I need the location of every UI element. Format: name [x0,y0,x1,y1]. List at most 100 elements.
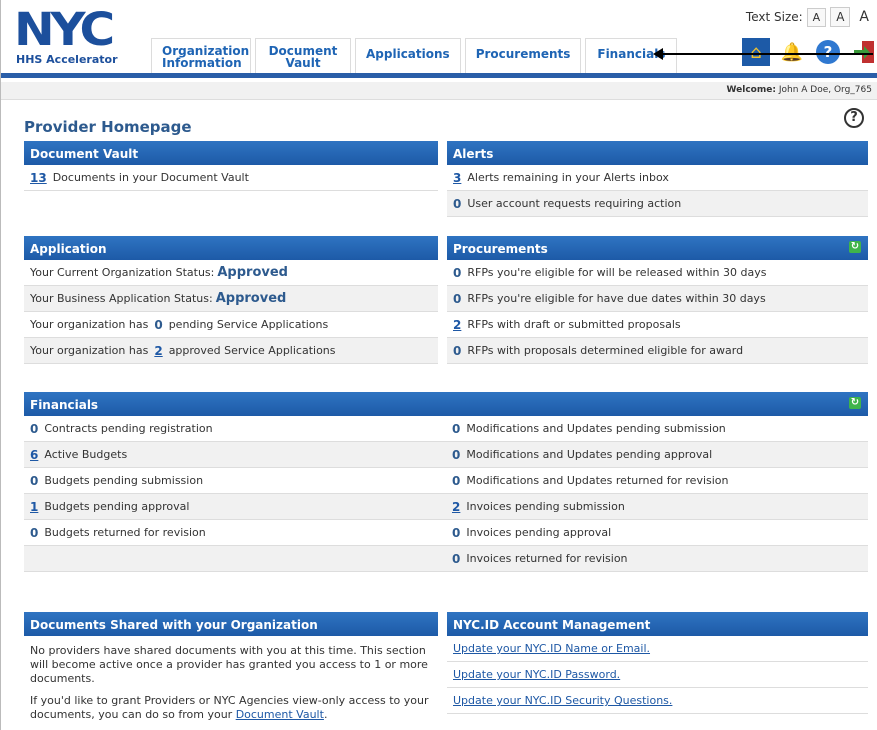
financial-row: 0 Modifications and Updates pending submi… [446,416,868,442]
financial-row: 0 Budgets pending submission [24,468,446,494]
logo-text: NYC [14,3,115,56]
pending-apps-count: 0 [154,317,163,332]
nyc-logo[interactable]: NYC HHS Accelerator [14,3,134,72]
financials-header: Financials ↻ [24,392,868,416]
shared-docs-period: . [323,708,328,721]
org-status-value: Approved [217,265,288,280]
tab-financials[interactable]: Financials [585,38,678,74]
financial-text: Invoices pending submission [466,500,625,513]
financial-count: 0 [452,551,461,566]
alerts-row: 0 User account requests requiring action [447,191,868,217]
financials-grid: 0 Contracts pending registration 0 Modific… [24,416,868,572]
update-security-questions-link[interactable]: Update your NYC.ID Security Questions. [453,694,672,707]
financial-row: 0 Invoices pending approval [446,520,868,546]
alerts-row: 3 Alerts remaining in your Alerts inbox [447,165,868,191]
biz-status-value: Approved [215,291,287,306]
financial-text: Modifications and Updates returned for r… [466,474,729,487]
help-icon[interactable]: ? [814,38,842,66]
biz-status-label: Your Business Application Status: [30,292,213,305]
financials-panel: Financials ↻ 0 Contracts pending registra… [24,392,868,572]
bell-icon[interactable]: 🔔 [778,38,806,66]
refresh-icon[interactable]: ↻ [849,397,861,409]
financial-count-link[interactable]: 6 [30,448,38,462]
approved-apps-row: Your organization has 2 approved Service… [24,338,438,364]
financial-row: 1 Budgets pending approval [24,494,446,520]
approved-apps-suffix: approved Service Applications [168,344,336,357]
financial-count: 0 [452,525,461,540]
logout-icon[interactable] [850,38,877,66]
financial-row: 0 Modifications and Updates pending appro… [446,442,868,468]
document-vault-panel: Document Vault 13 Documents in your Docu… [24,141,438,191]
financial-text: Active Budgets [44,448,128,461]
text-size-large-button[interactable]: A [854,7,874,27]
procurement-row: 2 RFPs with draft or submitted proposals [447,312,868,338]
financial-count: 0 [30,421,39,436]
pending-apps-row: Your organization has 0 pending Service … [24,312,438,338]
document-vault-title: Document Vault [24,141,438,165]
refresh-icon[interactable]: ↻ [849,241,861,253]
financial-count: 0 [30,525,39,540]
nycid-panel: NYC.ID Account Management Update your NY… [447,612,868,714]
financial-count-link[interactable]: 1 [30,500,38,514]
procurement-row: 0 RFPs you're eligible for have due date… [447,286,868,312]
application-title: Application [24,236,438,260]
tab-applications[interactable]: Applications [355,38,461,74]
procurements-panel: Procurements ↻ 0 RFPs you're eligible fo… [447,236,868,364]
tab-document-vault[interactable]: Document Vault [255,38,351,74]
text-size-control: Text Size: A A A [746,7,874,27]
welcome-user: John A Doe, Org_765 [778,85,872,95]
account-requests-count: 0 [453,196,462,211]
financial-count: 0 [30,473,39,488]
alerts-title: Alerts [447,141,868,165]
alerts-panel: Alerts 3 Alerts remaining in your Alerts… [447,141,868,217]
shared-docs-title: Documents Shared with your Organization [24,612,438,636]
financial-row: 2 Invoices pending submission [446,494,868,520]
approved-apps-count-link[interactable]: 2 [154,344,162,358]
account-requests-text: User account requests requiring action [467,197,682,210]
financial-text: Budgets returned for revision [44,526,206,539]
page-title: Provider Homepage [24,118,192,136]
application-panel: Application Your Current Organization St… [24,236,438,364]
main-nav: Organization Information Document Vault … [151,38,678,75]
document-vault-link[interactable]: Document Vault [236,708,324,721]
financial-text: Budgets pending approval [44,500,190,513]
procurement-count-link[interactable]: 2 [453,318,461,332]
approved-apps-prefix: Your organization has [30,344,149,357]
financial-text: Contracts pending registration [44,422,213,435]
nycid-title: NYC.ID Account Management [447,612,868,636]
shared-docs-message: No providers have shared documents with … [30,644,428,685]
nycid-row: Update your NYC.ID Name or Email. [447,636,868,662]
pending-apps-prefix: Your organization has [30,318,149,331]
text-size-small-button[interactable]: A [806,7,827,27]
procurements-title: Procurements [453,242,548,256]
update-password-link[interactable]: Update your NYC.ID Password. [453,668,620,681]
document-count-link[interactable]: 13 [30,171,47,185]
logo-subtitle: HHS Accelerator [16,53,118,66]
procurements-header: Procurements ↻ [447,236,868,260]
tab-organization-information[interactable]: Organization Information [151,38,251,74]
shared-docs-instructions-text: If you'd like to grant Providers or NYC … [30,694,429,721]
financial-row: 0 Invoices returned for revision [446,546,868,572]
header-icons: ⌂ 🔔 ? [742,38,877,66]
procurement-text: RFPs with draft or submitted proposals [467,318,681,331]
pointer-arrow [653,48,873,60]
procurement-count: 0 [453,343,462,358]
financial-row: 6 Active Budgets [24,442,446,468]
text-size-medium-button[interactable]: A [830,7,851,27]
procurement-row: 0 RFPs with proposals determined eligibl… [447,338,868,364]
home-icon[interactable]: ⌂ [742,38,770,66]
procurement-row: 0 RFPs you're eligible for will be relea… [447,260,868,286]
financial-count-link[interactable]: 2 [452,500,460,514]
tab-procurements[interactable]: Procurements [464,38,582,74]
financial-count: 0 [452,421,461,436]
document-vault-text: Documents in your Document Vault [52,171,249,184]
update-name-email-link[interactable]: Update your NYC.ID Name or Email. [453,642,650,655]
procurement-text: RFPs with proposals determined eligible … [467,344,744,357]
shared-docs-panel: Documents Shared with your Organization … [24,612,438,730]
alerts-count-link[interactable]: 3 [453,171,461,185]
page-help-icon[interactable]: ? [844,108,864,128]
nycid-row: Update your NYC.ID Password. [447,662,868,688]
financial-row: 0 Modifications and Updates returned for … [446,468,868,494]
page: NYC HHS Accelerator Text Size: A A A Org… [0,0,877,730]
financial-count: 0 [452,447,461,462]
